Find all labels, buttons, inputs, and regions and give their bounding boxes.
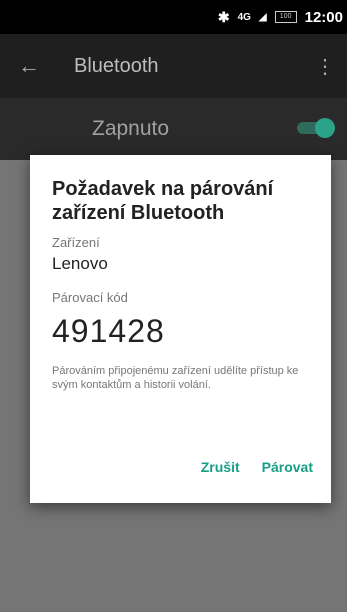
battery-icon: 100: [274, 11, 297, 23]
more-vert-icon[interactable]: ⋮: [315, 54, 335, 79]
device-label: Zařízení: [52, 235, 100, 250]
device-name: Lenovo: [52, 254, 108, 273]
dialog-title: Požadavek na párování zařízení Bluetooth: [52, 178, 274, 224]
bluetooth-icon: ✱: [217, 8, 230, 25]
network-type: 4G: [237, 11, 251, 23]
pairing-code: 491428: [52, 313, 165, 349]
pair-button[interactable]: Párovat: [262, 459, 313, 475]
switch-thumb: [315, 118, 335, 138]
pin-label: Párovací kód: [52, 290, 128, 305]
pairing-dialog: Požadavek na párování zařízení Bluetooth…: [30, 155, 331, 503]
app-bar: ← Bluetooth ⋮: [0, 34, 347, 98]
arrow-left-icon[interactable]: ←: [18, 53, 48, 79]
bluetooth-toggle-row[interactable]: Zapnuto: [0, 98, 347, 160]
bluetooth-switch[interactable]: [297, 118, 335, 138]
status-bar: ✱ 4G ◢ 100 12:00: [0, 0, 347, 34]
status-time: 12:00: [304, 8, 343, 26]
cancel-button[interactable]: Zrušit: [201, 459, 240, 475]
dialog-message: Párováním připojenému zařízení udělíte p…: [52, 365, 299, 391]
page-title: Bluetooth: [74, 54, 159, 77]
signal-icon: ◢: [258, 11, 267, 23]
toggle-label: Zapnuto: [92, 117, 170, 140]
dialog-actions: Zrušit Párovat: [201, 459, 313, 475]
